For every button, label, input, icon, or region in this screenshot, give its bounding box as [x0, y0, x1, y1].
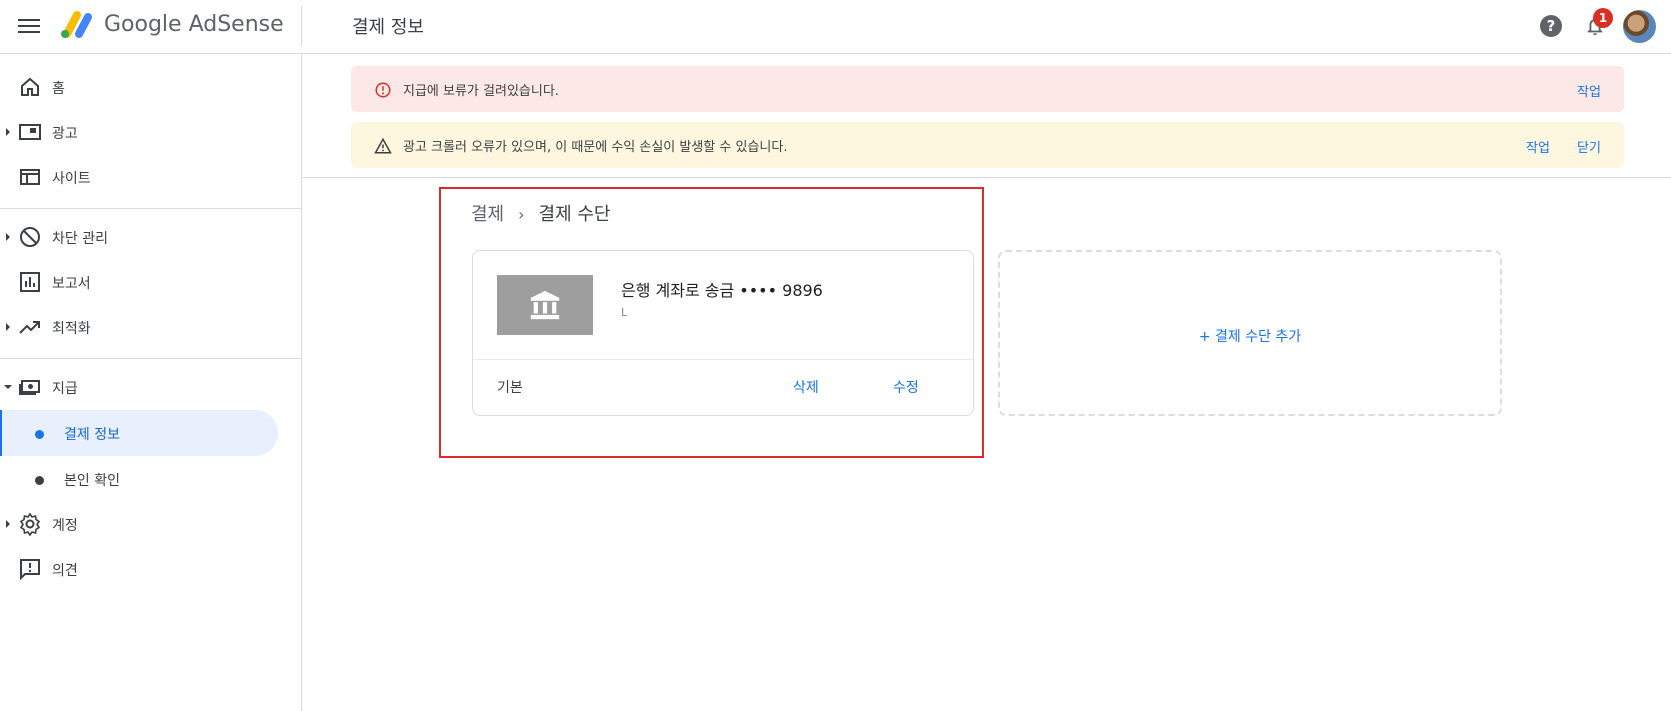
caret-down-icon	[4, 385, 12, 389]
sidebar-subitem-label: 본인 확인	[64, 473, 120, 489]
edit-button[interactable]: 수정	[893, 377, 919, 397]
error-alert-text: 지급에 보류가 걸려있습니다.	[403, 84, 559, 99]
sidebar-divider	[0, 358, 302, 359]
sidebar-item-ads[interactable]: 광고	[0, 109, 278, 155]
payments-icon	[19, 380, 40, 395]
adsense-logo	[61, 11, 92, 38]
home-icon	[21, 77, 39, 96]
content-divider	[302, 177, 1671, 178]
menu-icon[interactable]	[18, 16, 40, 36]
breadcrumb: 결제 › 결제 수단	[471, 200, 611, 226]
sidebar-item-blocking[interactable]: 차단 관리	[0, 214, 278, 260]
block-icon	[20, 227, 40, 247]
breadcrumb-current: 결제 수단	[538, 204, 611, 225]
sidebar-item-home[interactable]: 홈	[0, 64, 278, 110]
notification-badge: 1	[1593, 8, 1613, 28]
avatar[interactable]	[1623, 10, 1656, 43]
add-payment-method-button[interactable]: + 결제 수단 추가	[998, 250, 1502, 416]
bullet-dot	[35, 476, 44, 485]
caret-right-icon	[6, 323, 10, 331]
top-app-bar: Google AdSense 결제 정보 ? 1	[0, 0, 1671, 54]
sidebar-item-label: 의견	[52, 563, 78, 579]
sidebar-item-optimization[interactable]: 최적화	[0, 304, 278, 350]
sidebar-subitem-payment-info[interactable]: 결제 정보	[0, 410, 278, 456]
card-divider	[473, 359, 973, 360]
warning-action-button[interactable]: 작업	[1526, 137, 1550, 156]
payment-method-card: 은행 계좌로 송금 •••• 9896 L 기본 삭제 수정	[472, 250, 974, 416]
sidebar-divider	[0, 208, 302, 209]
sidebar-item-label: 차단 관리	[52, 231, 108, 247]
header-divider	[301, 6, 302, 46]
sidebar-item-label: 사이트	[52, 171, 91, 187]
warning-dismiss-button[interactable]: 닫기	[1577, 137, 1601, 156]
sidebar-item-account[interactable]: 계정	[0, 501, 278, 547]
bank-thumbnail	[497, 275, 593, 335]
caret-right-icon	[6, 128, 10, 136]
caret-right-icon	[6, 233, 10, 241]
warning-icon	[374, 137, 392, 154]
sidebar-item-label: 계정	[52, 518, 78, 534]
chevron-right-icon: ›	[518, 205, 525, 224]
error-icon	[375, 82, 391, 98]
brand-name: Google AdSense	[104, 12, 284, 37]
reports-icon	[20, 272, 40, 292]
trending-icon	[19, 321, 40, 334]
payment-method-title: 은행 계좌로 송금 •••• 9896	[621, 281, 823, 300]
ads-icon	[19, 124, 41, 140]
sidebar-item-reports[interactable]: 보고서	[0, 259, 278, 305]
sidebar-item-label: 광고	[52, 126, 78, 142]
sidebar-item-label: 홈	[52, 81, 65, 97]
sidebar-item-feedback[interactable]: 의견	[0, 546, 278, 592]
default-status-label: 기본	[497, 380, 523, 396]
brand-google: Google	[104, 12, 182, 37]
warning-alert: 광고 크롤러 오류가 있으며, 이 때문에 수익 손실이 발생할 수 있습니다.…	[351, 122, 1624, 168]
sidebar-item-label: 지급	[52, 381, 78, 397]
sidebar-subitem-verification[interactable]: 본인 확인	[0, 456, 278, 502]
error-alert: 지급에 보류가 걸려있습니다. 작업	[351, 66, 1624, 112]
feedback-icon	[20, 559, 40, 581]
sidebar: 홈 광고 사이트 차단 관리 보고서 최적화 지급 결제 정보 본인 확인 계정…	[0, 54, 302, 711]
gear-icon	[19, 512, 41, 536]
sidebar-item-sites[interactable]: 사이트	[0, 154, 278, 200]
sites-icon	[20, 169, 40, 185]
help-icon[interactable]: ?	[1540, 15, 1562, 37]
caret-right-icon	[6, 520, 10, 528]
breadcrumb-parent-link[interactable]: 결제	[471, 204, 504, 225]
bullet-dot	[35, 430, 44, 439]
add-payment-method-label: + 결제 수단 추가	[1198, 329, 1302, 345]
delete-button[interactable]: 삭제	[793, 377, 819, 397]
brand-product: AdSense	[188, 12, 284, 37]
page-title: 결제 정보	[352, 17, 424, 38]
sidebar-item-label: 보고서	[52, 276, 91, 292]
payment-method-subtitle: L	[621, 306, 628, 319]
sidebar-subitem-label: 결제 정보	[64, 427, 120, 443]
sidebar-item-label: 최적화	[52, 321, 91, 337]
warning-alert-text: 광고 크롤러 오류가 있으며, 이 때문에 수익 손실이 발생할 수 있습니다.	[403, 140, 788, 155]
error-action-button[interactable]: 작업	[1577, 81, 1601, 100]
bank-icon	[530, 290, 560, 320]
sidebar-item-payments[interactable]: 지급	[0, 364, 278, 410]
